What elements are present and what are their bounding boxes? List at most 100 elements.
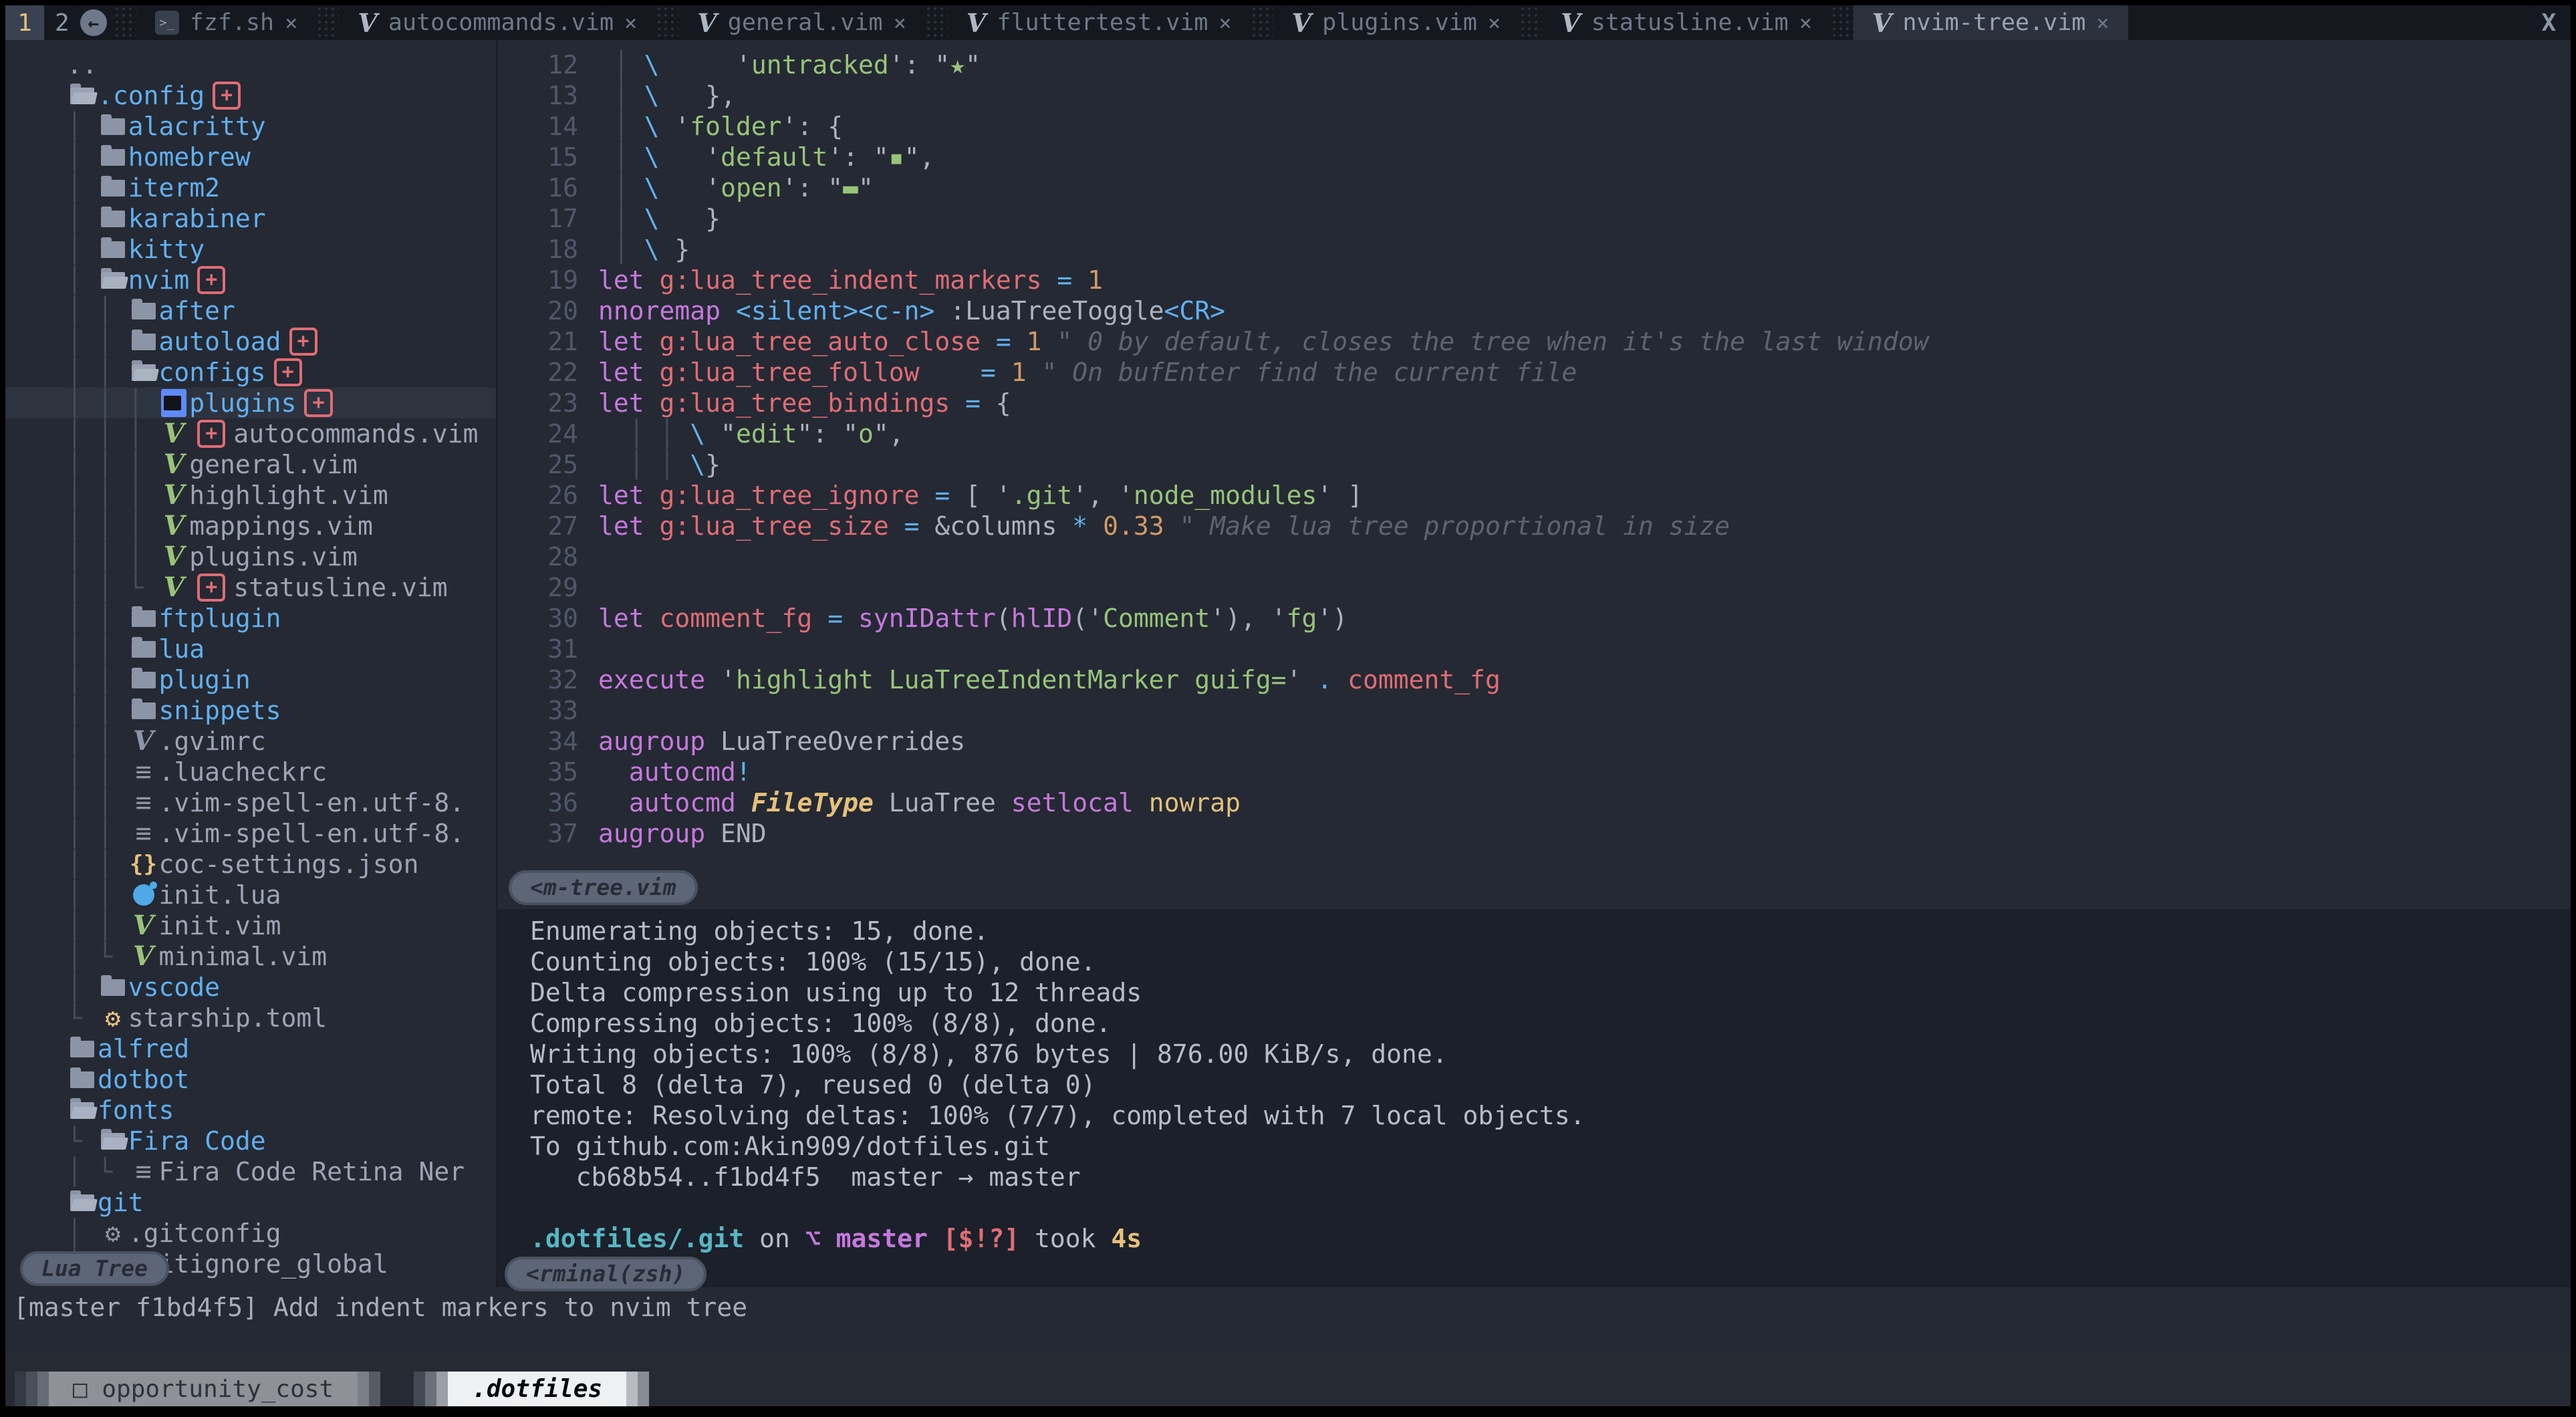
- terminal-line: Writing objects: 100% (8/8), 876 bytes |…: [530, 1039, 2571, 1069]
- tree-row-.vim-spell-en.utf-8.[interactable]: │ │ ≡.vim-spell-en.utf-8.: [5, 787, 496, 818]
- tab-general.vim[interactable]: Vgeneral.vim×: [678, 5, 925, 40]
- line-number: 35: [498, 757, 598, 787]
- tab-autocommands.vim[interactable]: Vautocommands.vim×: [339, 5, 656, 40]
- tree-row-general.vim[interactable]: │ │ │ Vgeneral.vim: [5, 449, 496, 480]
- close-all-icon[interactable]: X: [2527, 5, 2571, 40]
- tree-row-Fira Code Retina Ner[interactable]: │ └ ≡Fira Code Retina Ner: [5, 1156, 496, 1187]
- tree-row-autocommands.vim[interactable]: │ │ │ V+autocommands.vim: [5, 418, 496, 449]
- terminal-pane[interactable]: Enumerating objects: 15, done.Counting o…: [498, 909, 2571, 1287]
- tree-row-minimal.vim[interactable]: │ └ Vminimal.vim: [5, 941, 496, 972]
- tree-row-autoload[interactable]: │ │ autoload+: [5, 326, 496, 357]
- tree-row-lua[interactable]: │ │ lua: [5, 634, 496, 664]
- fade-stripe: [26, 1372, 37, 1406]
- tree-indent-guides: │ └: [67, 1156, 128, 1187]
- code-segment: ': [705, 142, 721, 172]
- code-segment: [1087, 511, 1103, 541]
- text-file-icon: ≡: [128, 1156, 159, 1187]
- tree-row-kitty[interactable]: │ kitty: [5, 234, 496, 265]
- code-segment: " Make lua tree proportional in size: [1179, 511, 1730, 541]
- tab-fzf.sh[interactable]: >_fzf.sh×: [136, 5, 317, 40]
- editor-statusline: <m-tree.vim: [498, 870, 2571, 909]
- tree-row-alfred[interactable]: alfred: [5, 1033, 496, 1064]
- code-segment: ': [1072, 481, 1087, 510]
- code-segment: !: [736, 757, 751, 787]
- vim-icon: V: [697, 8, 717, 38]
- tree-row-vscode[interactable]: │ vscode: [5, 972, 496, 1003]
- tab-close-icon[interactable]: ×: [285, 10, 297, 35]
- tree-row-coc-settings.json[interactable]: │ │ {}coc-settings.json: [5, 849, 496, 880]
- tree-row-.config[interactable]: .config+: [5, 80, 496, 111]
- editor-line: 30let comment_fg = synIDattr(hlID('Comme…: [498, 603, 2571, 634]
- folder-icon: [98, 241, 128, 258]
- tree-row-after[interactable]: │ │ after: [5, 295, 496, 326]
- tree-row-.luacheckrc[interactable]: │ │ ≡.luacheckrc: [5, 757, 496, 787]
- code-segment: let: [598, 604, 644, 633]
- code-segment: [996, 788, 1011, 817]
- tabpage-number[interactable]: 2: [44, 5, 80, 40]
- tree-row-nvim[interactable]: │ nvim+: [5, 265, 496, 295]
- tree-row-statusline.vim[interactable]: │ │ └ V+statusline.vim: [5, 572, 496, 603]
- tree-indent-guides: │ │: [67, 664, 128, 695]
- right-column: 12 │ \ 'untracked': "★"13 │ \ },14 │ \ '…: [498, 40, 2571, 1287]
- tree-row-.vim-spell-en.utf-8.[interactable]: │ │ ≡.vim-spell-en.utf-8.: [5, 818, 496, 849]
- tab-close-icon[interactable]: ×: [1799, 10, 1812, 35]
- tab-statusline.vim[interactable]: Vstatusline.vim×: [1542, 5, 1831, 40]
- tree-row-plugin[interactable]: │ │ plugin: [5, 664, 496, 695]
- tree-row-karabiner[interactable]: │ karabiner: [5, 203, 496, 234]
- tree-row-iterm2[interactable]: │ iterm2: [5, 172, 496, 203]
- tmux-window-active[interactable]: .dotfiles: [414, 1372, 649, 1406]
- code-segment: 1: [1087, 265, 1103, 295]
- git-new-badge: +: [197, 420, 225, 448]
- tab-label: statusline.vim: [1591, 9, 1789, 36]
- tabpage-number-active[interactable]: 1: [5, 5, 44, 40]
- tab-nvim-tree.vim[interactable]: Vnvim-tree.vim×: [1853, 5, 2128, 40]
- tree-row-git[interactable]: git: [5, 1187, 496, 1218]
- tree-row-alacritty[interactable]: │ alacritty: [5, 111, 496, 142]
- tab-plugins.vim[interactable]: Vplugins.vim×: [1273, 5, 1520, 40]
- tree-row-..[interactable]: ..: [5, 49, 496, 80]
- tree-row-fonts[interactable]: fonts: [5, 1095, 496, 1126]
- tab-close-icon[interactable]: ×: [1488, 10, 1501, 35]
- tab-close-icon[interactable]: ×: [624, 10, 637, 35]
- code-segment: ': [674, 112, 690, 141]
- code-segment: let: [598, 388, 644, 418]
- tree-row-Fira Code[interactable]: └ Fira Code: [5, 1126, 496, 1156]
- code-segment: ": [934, 50, 950, 80]
- tree-row-.gitconfig[interactable]: │ ⚙.gitconfig: [5, 1218, 496, 1249]
- tree-row-init.lua[interactable]: │ │ init.lua: [5, 880, 496, 910]
- tree-row-highlight.vim[interactable]: │ │ │ Vhighlight.vim: [5, 480, 496, 511]
- tree-row-.gvimrc[interactable]: │ │ V.gvimrc: [5, 726, 496, 757]
- tree-row-init.vim[interactable]: │ │ Vinit.vim: [5, 910, 496, 941]
- code-segment: ⌥: [805, 1224, 836, 1253]
- tab-close-icon[interactable]: ×: [1218, 10, 1231, 35]
- terminal-line: remote: Resolving deltas: 100% (7/7), co…: [530, 1100, 2571, 1131]
- tab-close-icon[interactable]: ×: [894, 10, 906, 35]
- tree-row-snippets[interactable]: │ │ snippets: [5, 695, 496, 726]
- code-segment: =: [1057, 265, 1072, 295]
- editor-line: 24 │ │ \ "edit": "o",: [498, 418, 2571, 449]
- tree-item-name: mappings.vim: [189, 511, 373, 541]
- editor-pane[interactable]: 12 │ \ 'untracked': "★"13 │ \ },14 │ \ '…: [498, 40, 2571, 909]
- line-number: 19: [498, 265, 598, 295]
- tree-row-configs[interactable]: │ │ configs+: [5, 357, 496, 388]
- line-number: 30: [498, 603, 598, 634]
- tree-row-dotbot[interactable]: dotbot: [5, 1064, 496, 1095]
- tab-fluttertest.vim[interactable]: Vfluttertest.vim×: [948, 5, 1251, 40]
- tree-row-plugins.vim[interactable]: │ │ │ Vplugins.vim: [5, 541, 496, 572]
- tree-row-plugins[interactable]: │ │ │ plugins+: [5, 388, 496, 418]
- tmux-window-list: □ opportunity_cost .dotfiles: [15, 1372, 649, 1406]
- line-content: │ \ 'default': "▪",: [598, 142, 934, 172]
- screen-frame: 1 2 ← >_fzf.sh× Vautocommands.vim× Vgenera…: [0, 0, 2576, 1417]
- tree-row-starship.toml[interactable]: └ ⚙starship.toml: [5, 1003, 496, 1033]
- tree-row-mappings.vim[interactable]: │ │ │ Vmappings.vim: [5, 511, 496, 541]
- tmux-window[interactable]: □ opportunity_cost: [15, 1372, 380, 1406]
- tree-indent-guides: │: [67, 234, 98, 265]
- tree-row-ftplugin[interactable]: │ │ ftplugin: [5, 603, 496, 634]
- line-content: let comment_fg = synIDattr(hlID('Comment…: [598, 603, 1347, 634]
- code-segment: 4s: [1111, 1224, 1142, 1253]
- tree-row-homebrew[interactable]: │ homebrew: [5, 142, 496, 172]
- code-segment: [736, 788, 751, 817]
- tab-close-icon[interactable]: ×: [2096, 10, 2109, 35]
- back-arrow-icon[interactable]: ←: [80, 9, 107, 36]
- vim-icon: V: [967, 8, 986, 38]
